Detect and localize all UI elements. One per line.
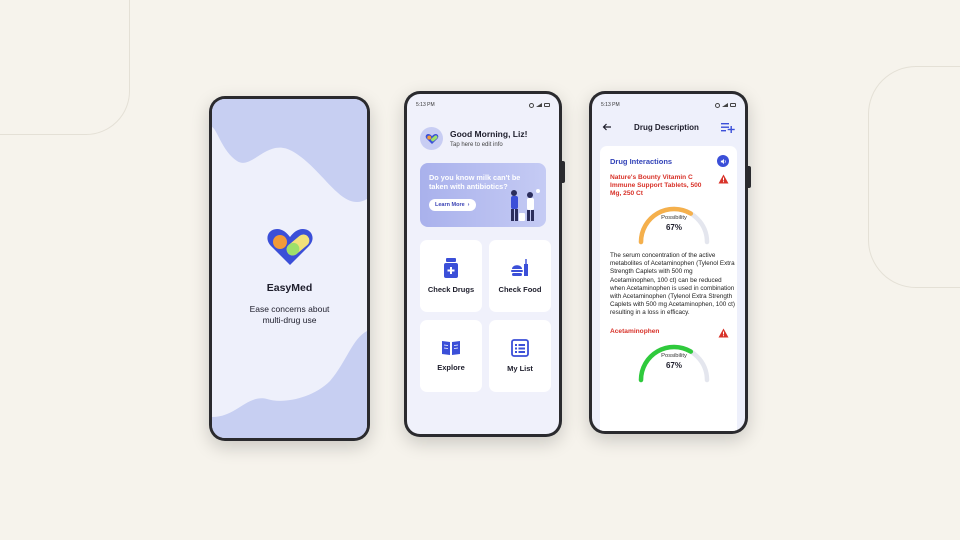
people-illustration-icon <box>511 189 540 221</box>
tile-label: My List <box>507 364 533 373</box>
card-header: Drug Interactions <box>610 155 729 167</box>
possibility-label: Possibility <box>661 215 687 221</box>
back-arrow-icon[interactable] <box>602 122 612 132</box>
possibility-value: 67% <box>665 223 682 232</box>
tip-banner[interactable]: Do you know milk can't be taken with ant… <box>420 163 546 227</box>
warning-icon <box>718 174 729 184</box>
medicine-bottle-icon <box>444 258 458 278</box>
tagline-line-2: multi-drug use <box>262 314 317 325</box>
speaker-icon <box>720 158 726 164</box>
tile-label: Check Drugs <box>427 285 475 294</box>
splash-content: EasyMed Ease concerns about multi-drug u… <box>212 227 367 325</box>
drug-description-screen: 5:13 PM Drug Description Drug Interactio… <box>592 94 745 431</box>
signal-icon <box>536 103 542 107</box>
feature-grid: Check Drugs Check Food Explore My List <box>420 240 559 392</box>
top-app-bar: Drug Description <box>592 113 745 135</box>
status-time: 5:13 PM <box>601 102 620 108</box>
possibility-gauge: Possibility 67% <box>634 342 714 384</box>
edit-info-link[interactable]: Tap here to edit info <box>450 142 527 148</box>
interaction-item[interactable]: Nature's Bounty Vitamin C Immune Support… <box>610 174 729 198</box>
possibility-gauge: Possibility 67% <box>634 204 714 246</box>
drug-name: Nature's Bounty Vitamin C Immune Support… <box>610 174 702 197</box>
interaction-item[interactable]: Acetaminophen <box>610 328 729 338</box>
section-title: Drug Interactions <box>610 156 673 166</box>
drug-name: Acetaminophen <box>610 327 660 335</box>
heart-pill-icon <box>266 229 313 265</box>
check-drugs-tile[interactable]: Check Drugs <box>420 240 482 312</box>
alarm-icon <box>529 102 534 108</box>
side-button <box>748 166 751 188</box>
learn-more-label: Learn More <box>435 202 465 208</box>
tagline-line-1: Ease concerns about <box>249 304 330 314</box>
signal-icon <box>722 103 728 107</box>
greeting-title: Good Morning, Liz! <box>450 129 528 139</box>
home-screen: 5:13 PM Good Morning, Liz! Tap here to e… <box>407 94 559 434</box>
battery-icon <box>544 103 550 107</box>
side-button <box>562 161 565 183</box>
phone-home: 5:13 PM Good Morning, Liz! Tap here to e… <box>404 91 565 437</box>
status-icons <box>529 102 550 108</box>
gauge-text: Possibility 67% <box>634 353 714 370</box>
greeting-header[interactable]: Good Morning, Liz! Tap here to edit info <box>407 113 559 150</box>
alarm-icon <box>715 102 720 108</box>
explore-tile[interactable]: Explore <box>420 320 482 392</box>
phone-drug-description: 5:13 PM Drug Description Drug Interactio… <box>589 91 751 434</box>
list-icon <box>511 339 529 357</box>
speaker-button[interactable] <box>717 155 729 167</box>
heart-pill-icon <box>425 133 438 144</box>
possibility-value: 67% <box>665 360 682 370</box>
my-list-tile[interactable]: My List <box>489 320 551 392</box>
tagline: Ease concerns about multi-drug use <box>212 304 367 325</box>
possibility-label: Possibility <box>661 352 687 359</box>
background-decoration <box>0 0 130 135</box>
interaction-description: The serum concentration of the active me… <box>610 252 735 317</box>
tile-label: Check Food <box>498 285 542 294</box>
status-icons <box>715 102 736 108</box>
chevron-right-icon: › <box>467 202 470 208</box>
check-food-tile[interactable]: Check Food <box>489 240 551 312</box>
status-time: 5:13 PM <box>416 102 435 108</box>
status-bar: 5:13 PM <box>407 97 559 113</box>
splash-screen: EasyMed Ease concerns about multi-drug u… <box>212 99 367 438</box>
page-title: Drug Description <box>634 122 699 132</box>
warning-icon <box>718 328 729 338</box>
background-decoration <box>868 66 960 288</box>
app-name: EasyMed <box>266 282 313 294</box>
tile-label: Explore <box>437 363 465 372</box>
phone-splash: EasyMed Ease concerns about multi-drug u… <box>209 96 370 441</box>
interactions-card: Drug Interactions Nature's Bounty Vitami… <box>600 146 737 431</box>
add-to-list-icon[interactable] <box>721 122 735 133</box>
gauge-text: Possibility 67% <box>634 215 714 232</box>
avatar[interactable] <box>420 127 443 150</box>
status-bar: 5:13 PM <box>592 97 745 113</box>
food-icon <box>511 259 528 276</box>
book-icon <box>442 341 460 355</box>
learn-more-button[interactable]: Learn More › <box>429 199 476 211</box>
battery-icon <box>730 103 736 107</box>
